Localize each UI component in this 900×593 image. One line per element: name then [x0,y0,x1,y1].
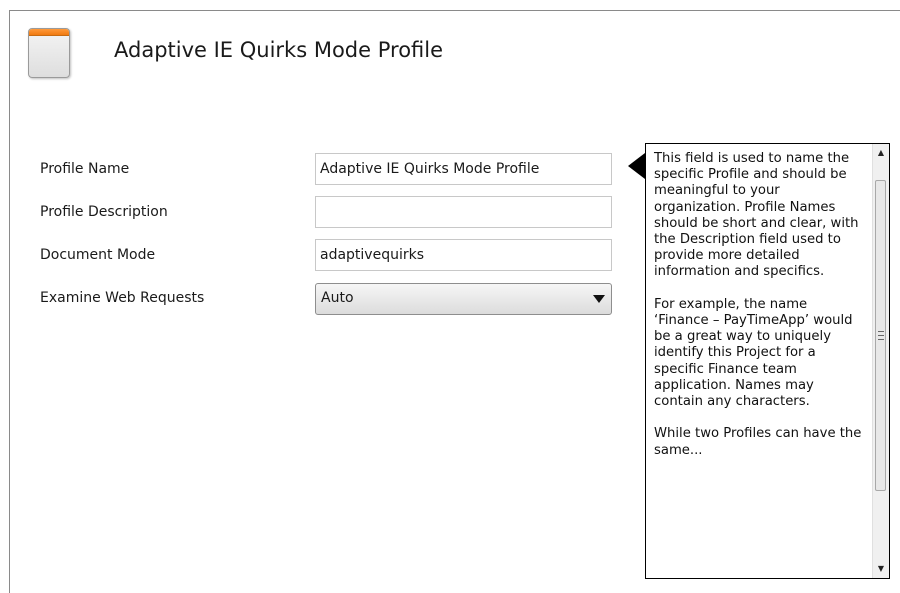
profile-window-icon [28,28,70,78]
scroll-thumb[interactable] [875,180,886,491]
document-mode-label: Document Mode [40,247,156,263]
chevron-down-icon [593,295,605,303]
document-mode-input[interactable] [315,239,612,271]
profile-name-label: Profile Name [40,161,130,177]
help-tooltip: This field is used to name the specific … [645,143,890,579]
page-title: Adaptive IE Quirks Mode Profile [114,38,444,62]
scroll-down-icon[interactable]: ▼ [873,560,889,578]
select-value: Auto [321,290,354,306]
profile-description-label: Profile Description [40,204,168,220]
help-text: This field is used to name the specific … [654,151,862,458]
profile-name-input[interactable] [315,153,612,185]
profile-description-input[interactable] [315,196,612,228]
examine-web-requests-select[interactable]: Auto [315,283,612,315]
scroll-up-icon[interactable]: ▲ [873,144,889,162]
help-scrollbar[interactable]: ▲ ▼ [872,144,889,578]
icon-title-bar [29,29,69,36]
grip-icon [878,331,884,340]
examine-web-requests-label: Examine Web Requests [40,290,205,306]
tooltip-pointer-icon [628,153,645,179]
